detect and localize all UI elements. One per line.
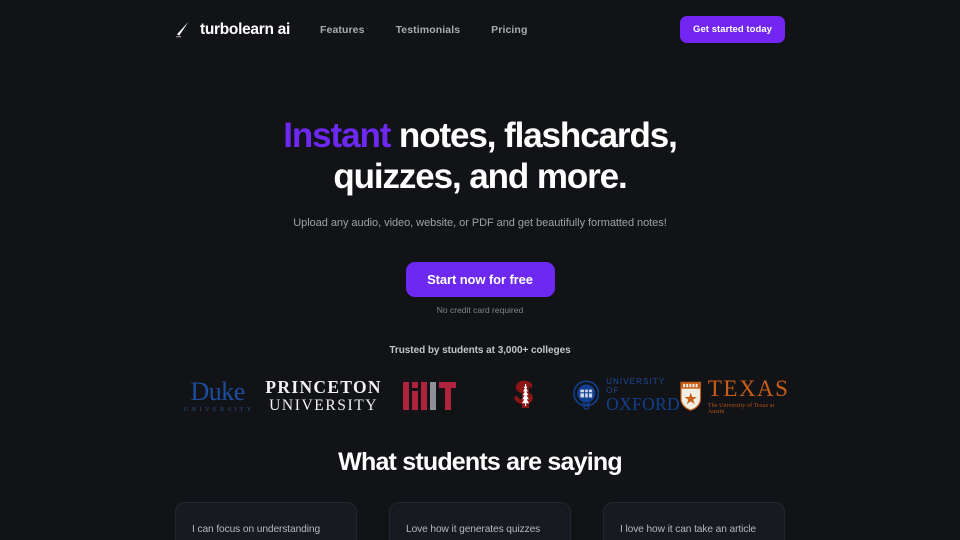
start-now-button[interactable]: Start now for free [405,261,555,297]
mit-bar-2b [412,390,419,410]
nav-link-testimonials[interactable]: Testimonials [396,24,461,36]
testimonial-text: Love how it generates quizzes from my le… [406,523,541,535]
cta-note: No credit card required [436,304,524,315]
headline-accent-word: Instant [283,116,391,155]
texas-line1: TEXAS [707,375,790,401]
logo-cell-texas: TEXAS The University of Texas at Austin [680,374,790,418]
oxford-logo: UNIVERSITY OF OXFORD [572,377,681,415]
main-nav: Features Testimonials Pricing [320,24,527,36]
brand-name: turbolearn ai [200,20,290,38]
pen-slash-icon [176,21,189,37]
texas-wordmark: TEXAS The University of Texas at Austin [708,377,790,415]
testimonial-card-list: I can focus on understanding concepts, n… [0,501,960,540]
logo-cell-mit [382,374,477,418]
mit-bar-gray [430,381,437,410]
headline-line2: quizzes, and more. [333,156,627,196]
logo-cell-duke: Duke UNIVERSITY [170,374,265,418]
nav-link-features[interactable]: Features [320,24,365,36]
princeton-line2: UNIVERSITY [269,396,379,414]
testimonial-card: I can focus on understanding concepts, n… [175,501,357,540]
logo-cell-princeton: PRINCETON UNIVERSITY [265,374,381,418]
mit-bar-3 [421,381,428,410]
duke-logo: Duke UNIVERSITY [181,376,255,413]
testimonial-card: Love how it generates quizzes from my le… [389,501,571,540]
princeton-logo: PRINCETON UNIVERSITY [265,377,382,414]
texas-shield-icon [680,381,702,411]
hero-cta-group: Start now for free No credit card requir… [0,261,960,315]
testimonial-text: I love how it can take an article and br… [620,523,757,535]
get-started-button[interactable]: Get started today [680,16,785,43]
mit-bar-group-2 [412,381,419,410]
nav-link-pricing[interactable]: Pricing [491,24,527,36]
site-header: turbolearn ai Features Testimonials Pric… [0,0,960,59]
page-title: Instant notes, flashcards, quizzes, and … [0,116,960,198]
oxford-wordmark: UNIVERSITY OF OXFORD [606,377,680,415]
oxford-line1: UNIVERSITY OF [606,377,666,395]
oxford-line2: OXFORD [606,394,680,415]
testimonials-title: What students are saying [338,447,622,476]
mit-logo [403,381,457,410]
duke-wordmark: Duke [190,376,246,406]
stanford-logo [513,380,533,408]
texas-line2: The University of Texas at Austin [707,402,775,415]
princeton-line1: PRINCETON [265,377,382,398]
hero-section: Instant notes, flashcards, quizzes, and … [0,59,960,315]
landing-page: turbolearn ai Features Testimonials Pric… [0,0,960,540]
mit-bar-2a [412,381,419,388]
oxford-crest-icon [572,380,599,410]
logo-cell-stanford [477,374,572,418]
logo-cell-oxford: UNIVERSITY OF OXFORD [572,374,681,418]
testimonial-card: I love how it can take an article and br… [603,501,785,540]
testimonial-text: I can focus on understanding concepts, n… [192,523,321,535]
texas-logo: TEXAS The University of Texas at Austin [680,377,790,415]
hero-subtitle: Upload any audio, video, website, or PDF… [293,216,667,229]
duke-subtext: UNIVERSITY [183,405,255,413]
mit-bar-1 [403,381,410,410]
trusted-heading: Trusted by students at 3,000+ colleges [389,344,571,356]
university-logo-row: Duke UNIVERSITY PRINCETON UNIVERSITY UNI… [0,374,960,418]
headline-line1-rest: notes, flashcards, [390,116,678,155]
mit-bar-t-stem [445,387,452,410]
mit-bar-group-t [439,381,457,410]
brand-logo[interactable]: turbolearn ai [175,21,290,39]
